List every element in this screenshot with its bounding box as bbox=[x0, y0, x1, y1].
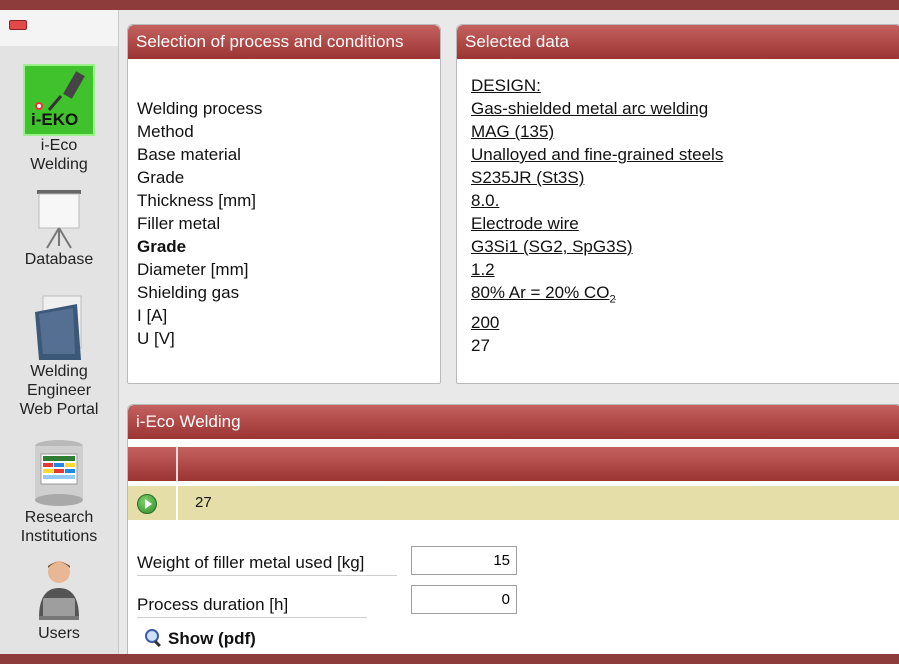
value-current[interactable]: 200 bbox=[471, 311, 723, 334]
binder-icon bbox=[29, 294, 89, 362]
value-grade[interactable]: S235JR (St3S) bbox=[471, 166, 723, 189]
value-voltage: 27 bbox=[471, 336, 490, 356]
row-value: 27 bbox=[195, 494, 212, 511]
label-grade: Grade bbox=[137, 168, 185, 187]
user-laptop-icon bbox=[29, 558, 89, 624]
grid-header-separator bbox=[176, 447, 178, 481]
selected-values: DESIGN: Gas-shielded metal arc welding M… bbox=[471, 74, 723, 357]
projector-screen-icon bbox=[29, 186, 89, 250]
bottom-strip bbox=[0, 654, 899, 664]
show-pdf-button[interactable]: Show (pdf) bbox=[144, 628, 256, 649]
value-filler-grade[interactable]: G3Si1 (SG2, SpG3S) bbox=[471, 235, 723, 258]
label-voltage: U [V] bbox=[137, 329, 175, 348]
gas-subscript: 2 bbox=[609, 293, 616, 306]
label-thickness: Thickness [mm] bbox=[137, 191, 257, 210]
weight-input[interactable] bbox=[411, 546, 517, 575]
i-eco-welding-panel: i-Eco Welding 27 Weight of filler metal … bbox=[127, 404, 899, 664]
label-base-material: Base material bbox=[137, 145, 241, 164]
label-shielding-gas: Shielding gas bbox=[137, 283, 240, 302]
sidebar-item-label: Welding Engineer Web Portal bbox=[19, 363, 99, 418]
label-filler-metal: Filler metal bbox=[137, 214, 221, 233]
sidebar-item-database[interactable]: Database bbox=[0, 186, 118, 269]
sidebar-item-label: Database bbox=[24, 251, 94, 268]
top-strip bbox=[0, 0, 899, 10]
sidebar-item-welding-engineer-web-portal[interactable]: Welding Engineer Web Portal bbox=[0, 294, 118, 419]
minimize-icon[interactable] bbox=[9, 20, 27, 30]
show-pdf-label: Show (pdf) bbox=[168, 629, 256, 648]
sidebar-item-users[interactable]: Users bbox=[0, 558, 118, 643]
value-diameter[interactable]: 1.2 bbox=[471, 258, 723, 281]
label-current: I [A] bbox=[137, 306, 168, 325]
label-method: Method bbox=[137, 122, 194, 141]
grid-header bbox=[128, 447, 899, 481]
play-icon[interactable] bbox=[137, 494, 157, 514]
label-diameter: Diameter [mm] bbox=[137, 260, 249, 279]
gas-text: 80% Ar = 20% CO bbox=[471, 283, 610, 302]
selection-labels: Welding process Method Base material Gra… bbox=[137, 97, 262, 350]
search-icon bbox=[144, 628, 162, 646]
selection-panel-title: Selection of process and conditions bbox=[128, 25, 440, 59]
sidebar-item-i-eco-welding[interactable]: i-EKO i-Eco Welding bbox=[0, 64, 118, 174]
sidebar-item-label: Research Institutions bbox=[20, 509, 98, 545]
value-shielding-gas[interactable]: 80% Ar = 20% CO2 bbox=[471, 281, 723, 311]
logo-text: i-EKO bbox=[31, 110, 79, 129]
selected-data-title: Selected data bbox=[457, 25, 899, 59]
duration-label: Process duration [h] bbox=[137, 595, 367, 618]
weight-label: Weight of filler metal used [kg] bbox=[137, 553, 397, 576]
label-welding-process: Welding process bbox=[137, 99, 263, 118]
sidebar-item-research-institutions[interactable]: Research Institutions bbox=[0, 438, 118, 546]
value-thickness[interactable]: 8.0. bbox=[471, 189, 723, 212]
i-eco-panel-title: i-Eco Welding bbox=[128, 405, 899, 439]
sidebar-item-label: Users bbox=[38, 625, 80, 642]
table-row[interactable]: 27 bbox=[128, 485, 899, 520]
sidebar-item-label: i-Eco Welding bbox=[30, 137, 88, 173]
row-separator bbox=[176, 486, 178, 520]
selection-panel: Selection of process and conditions Weld… bbox=[127, 24, 441, 384]
spreadsheet-icon bbox=[29, 438, 89, 508]
label-filler-grade: Grade bbox=[137, 237, 187, 256]
i-eko-logo-icon: i-EKO bbox=[23, 64, 95, 136]
value-base-material[interactable]: Unalloyed and fine-grained steels bbox=[471, 143, 723, 166]
value-filler-metal[interactable]: Electrode wire bbox=[471, 212, 723, 235]
value-method[interactable]: MAG (135) bbox=[471, 120, 723, 143]
selected-data-panel: Selected data DESIGN: Gas-shielded metal… bbox=[456, 24, 899, 384]
duration-input[interactable] bbox=[411, 585, 517, 614]
value-design[interactable]: DESIGN: bbox=[471, 74, 723, 97]
value-welding-process[interactable]: Gas-shielded metal arc welding bbox=[471, 97, 723, 120]
